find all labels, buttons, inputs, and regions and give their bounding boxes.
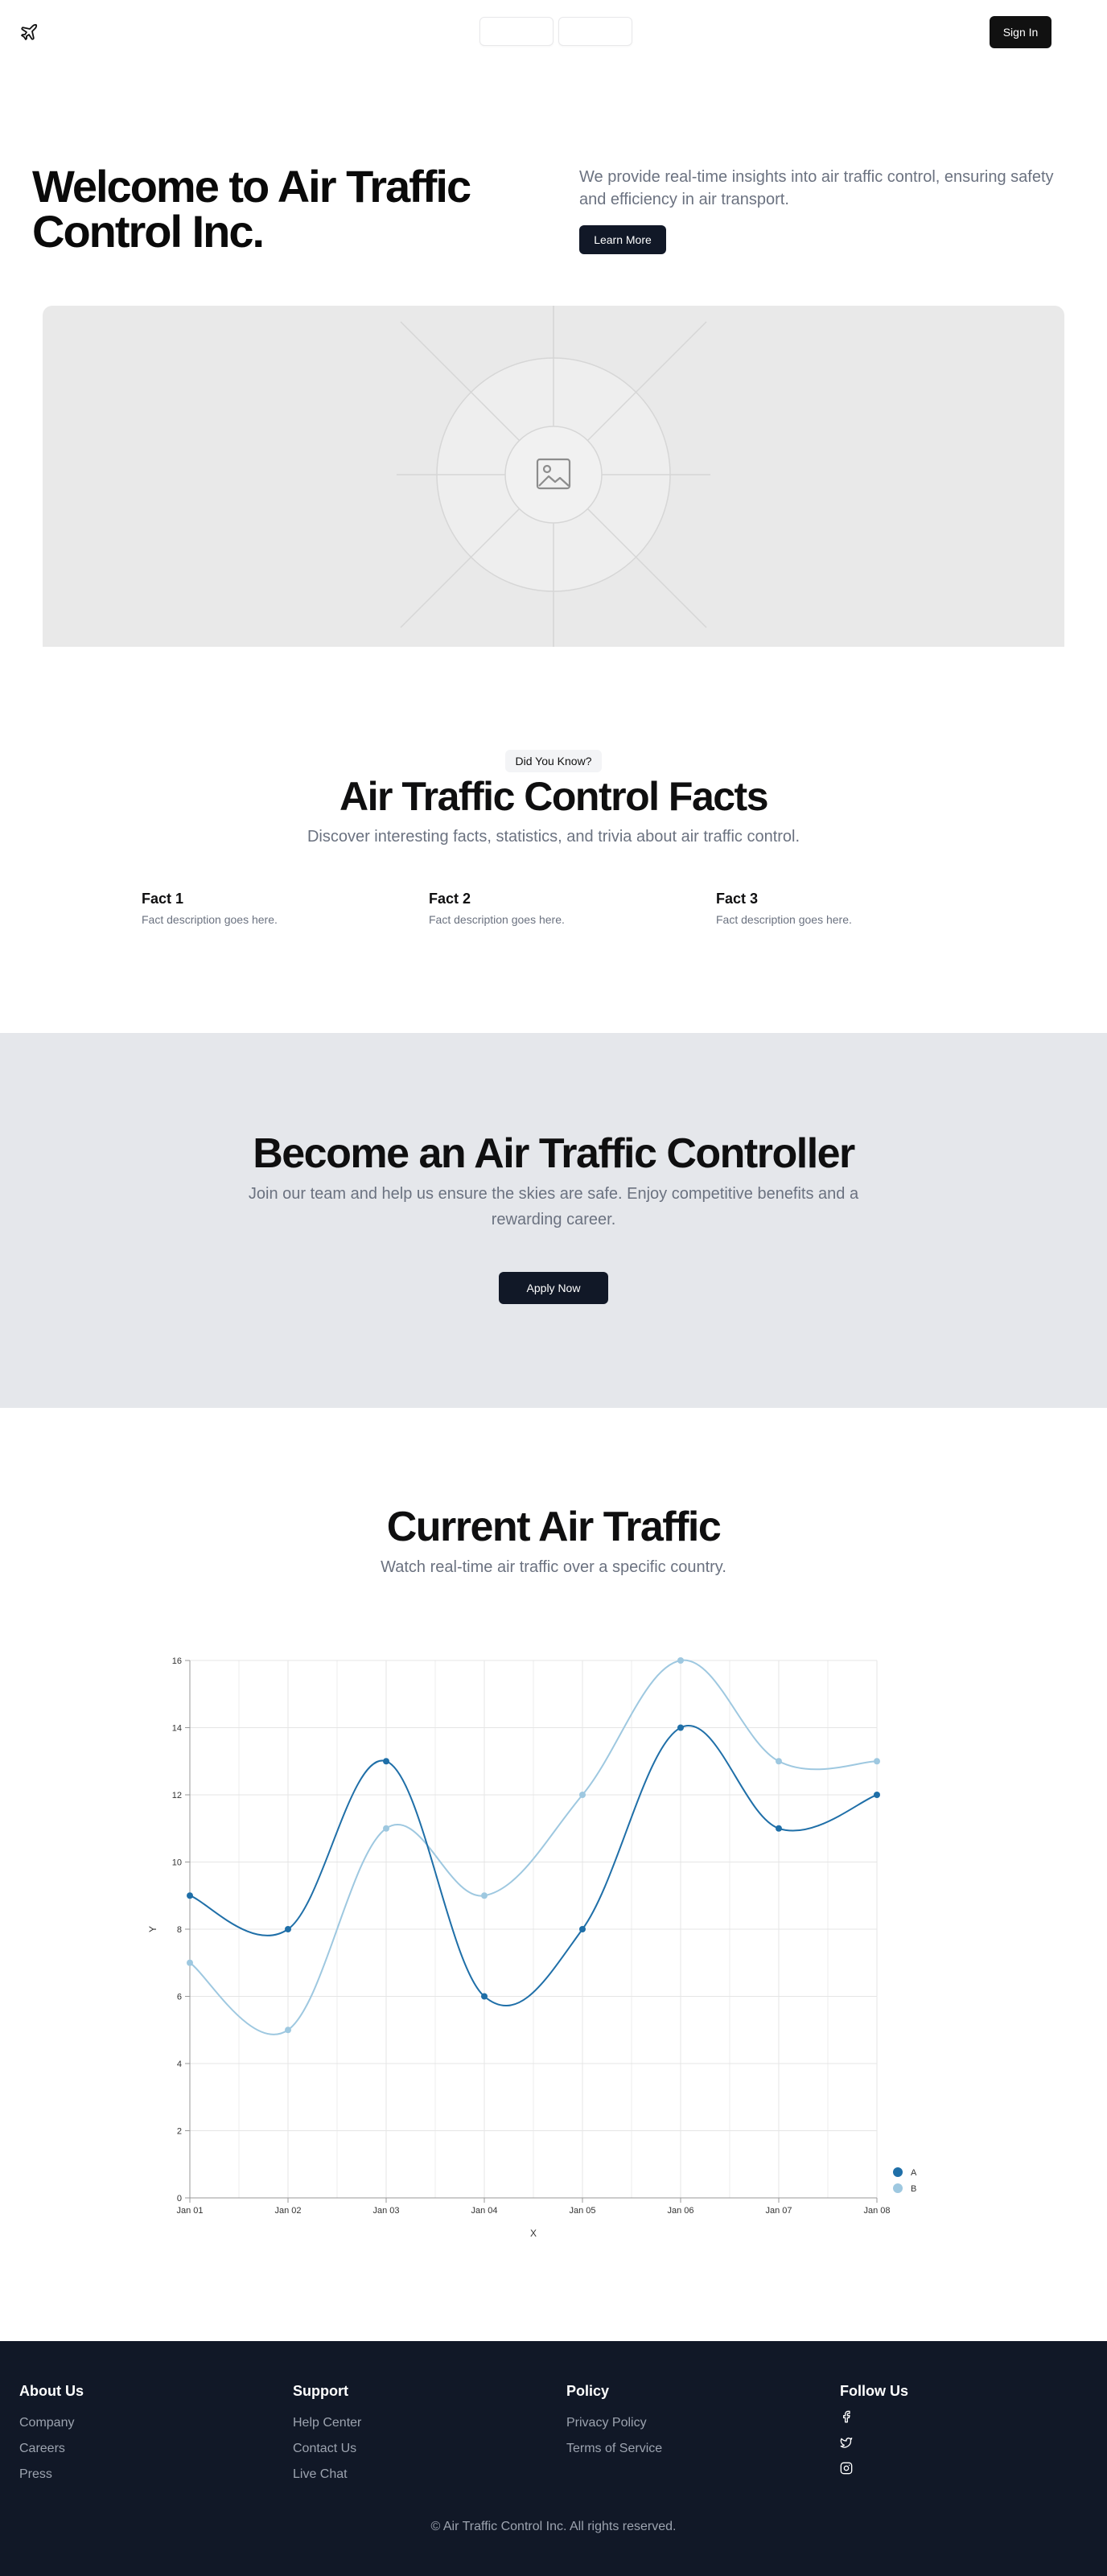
hero-image	[43, 306, 1064, 647]
chart-svg: 0 2 4 6 8 10 12 14 16 Jan 01 Jan 02 Jan 03 Jan 04 Jan…	[147, 1656, 917, 2239]
footer-heading: Policy	[566, 2383, 610, 2399]
facts-title: Air Traffic Control Facts	[339, 774, 769, 819]
image-placeholder-icon	[397, 306, 710, 647]
x-tick-label: Jan 02	[274, 2206, 301, 2216]
facebook-icon[interactable]	[840, 2410, 853, 2423]
x-tick-label: Jan 06	[667, 2206, 693, 2216]
data-point-B	[677, 1657, 684, 1664]
fact-description: Fact description goes here.	[429, 913, 565, 926]
y-tick-label: 6	[177, 1993, 182, 2002]
legend-marker-B	[893, 2183, 903, 2193]
footer-column-policy: Policy Privacy Policy Terms of Service	[566, 2381, 808, 2462]
fact-description: Fact description goes here.	[716, 913, 852, 926]
data-point-A	[874, 1792, 880, 1798]
footer: About Us Company Careers Press Support H…	[0, 2341, 1107, 2576]
footer-heading: Follow Us	[840, 2383, 908, 2399]
fact-title: Fact 1	[142, 891, 184, 907]
legend-marker-A	[893, 2167, 903, 2177]
x-tick-label: Jan 05	[569, 2206, 595, 2216]
footer-link-careers[interactable]: Careers	[19, 2436, 261, 2462]
footer-link-privacy[interactable]: Privacy Policy	[566, 2410, 808, 2436]
traffic-subtitle: Watch real-time air traffic over a speci…	[381, 1558, 726, 1576]
fact-description: Fact description goes here.	[142, 913, 278, 926]
nav-link-1[interactable]	[479, 17, 554, 46]
fact-card: Fact 3 Fact description goes here.	[716, 888, 957, 928]
y-tick-label: 0	[177, 2194, 182, 2204]
footer-link-company[interactable]: Company	[19, 2410, 261, 2436]
fact-card: Fact 1 Fact description goes here.	[142, 888, 383, 928]
legend-label-A: A	[911, 2168, 917, 2178]
y-tick-label: 8	[177, 1925, 182, 1935]
fact-title: Fact 3	[716, 891, 759, 907]
y-axis-label: Y	[147, 1926, 158, 1932]
footer-link-live-chat[interactable]: Live Chat	[293, 2462, 534, 2488]
facts-subtitle: Discover interesting facts, statistics, …	[307, 828, 800, 846]
y-tick-label: 16	[172, 1656, 182, 1666]
footer-column-about: About Us Company Careers Press	[19, 2381, 261, 2488]
y-tick-label: 10	[172, 1858, 182, 1868]
hero-description: We provide real-time insights into air t…	[579, 168, 1054, 208]
top-nav: Sign In	[0, 0, 1107, 64]
nav-links	[479, 17, 632, 46]
data-point-A	[579, 1926, 586, 1932]
data-point-A	[481, 1993, 488, 2000]
careers-description: Join our team and help us ensure the ski…	[248, 1185, 859, 1228]
data-point-A	[285, 1926, 291, 1932]
y-tick-label: 12	[172, 1791, 182, 1800]
footer-column-support: Support Help Center Contact Us Live Chat	[293, 2381, 534, 2488]
footer-heading: About Us	[19, 2383, 84, 2399]
careers-section: Become an Air Traffic Controller Join ou…	[0, 1033, 1107, 1408]
data-point-B	[874, 1758, 880, 1765]
data-point-A	[187, 1892, 193, 1899]
data-point-A	[776, 1825, 782, 1832]
fact-card: Fact 2 Fact description goes here.	[429, 888, 670, 928]
footer-link-terms[interactable]: Terms of Service	[566, 2436, 808, 2462]
legend-label-B: B	[911, 2184, 916, 2194]
y-tick-label: 14	[172, 1724, 182, 1734]
x-tick-label: Jan 07	[765, 2206, 792, 2216]
nav-link-2[interactable]	[558, 17, 632, 46]
footer-heading: Support	[293, 2383, 348, 2399]
copyright: © Air Traffic Control Inc. All rights re…	[430, 2520, 677, 2533]
air-traffic-chart: 0 2 4 6 8 10 12 14 16 Jan 01 Jan 02 Jan 03 Jan 04 Jan…	[0, 1633, 1107, 2253]
x-tick-label: Jan 01	[176, 2206, 203, 2216]
data-point-B	[187, 1959, 193, 1966]
data-point-A	[383, 1758, 389, 1765]
footer-link-contact-us[interactable]: Contact Us	[293, 2436, 534, 2462]
y-tick-label: 4	[177, 2060, 182, 2069]
data-point-A	[677, 1724, 684, 1731]
x-axis-label: X	[530, 2228, 537, 2239]
footer-link-help-center[interactable]: Help Center	[293, 2410, 534, 2436]
hero-section: Welcome to Air Traffic Control Inc. We p…	[0, 161, 1107, 265]
footer-link-press[interactable]: Press	[19, 2462, 261, 2488]
data-point-B	[776, 1758, 782, 1765]
x-tick-label: Jan 08	[863, 2206, 890, 2216]
did-you-know-badge: Did You Know?	[505, 750, 602, 772]
learn-more-button[interactable]: Learn More	[579, 225, 666, 254]
fact-title: Fact 2	[429, 891, 471, 907]
x-tick-label: Jan 04	[471, 2206, 497, 2216]
data-point-B	[481, 1892, 488, 1899]
instagram-icon[interactable]	[840, 2462, 853, 2475]
data-point-B	[383, 1825, 389, 1832]
data-point-B	[285, 2027, 291, 2034]
hero-title: Welcome to Air Traffic Control Inc.	[32, 161, 471, 257]
plane-icon[interactable]	[19, 23, 39, 42]
apply-now-button[interactable]: Apply Now	[499, 1272, 608, 1304]
careers-title: Become an Air Traffic Controller	[253, 1130, 855, 1177]
sign-in-button[interactable]: Sign In	[990, 16, 1051, 48]
y-tick-label: 2	[177, 2127, 182, 2137]
footer-column-follow: Follow Us	[840, 2381, 1081, 2488]
twitter-icon[interactable]	[840, 2436, 853, 2449]
x-tick-label: Jan 03	[372, 2206, 399, 2216]
traffic-title: Current Air Traffic	[386, 1504, 722, 1550]
data-point-B	[579, 1792, 586, 1798]
